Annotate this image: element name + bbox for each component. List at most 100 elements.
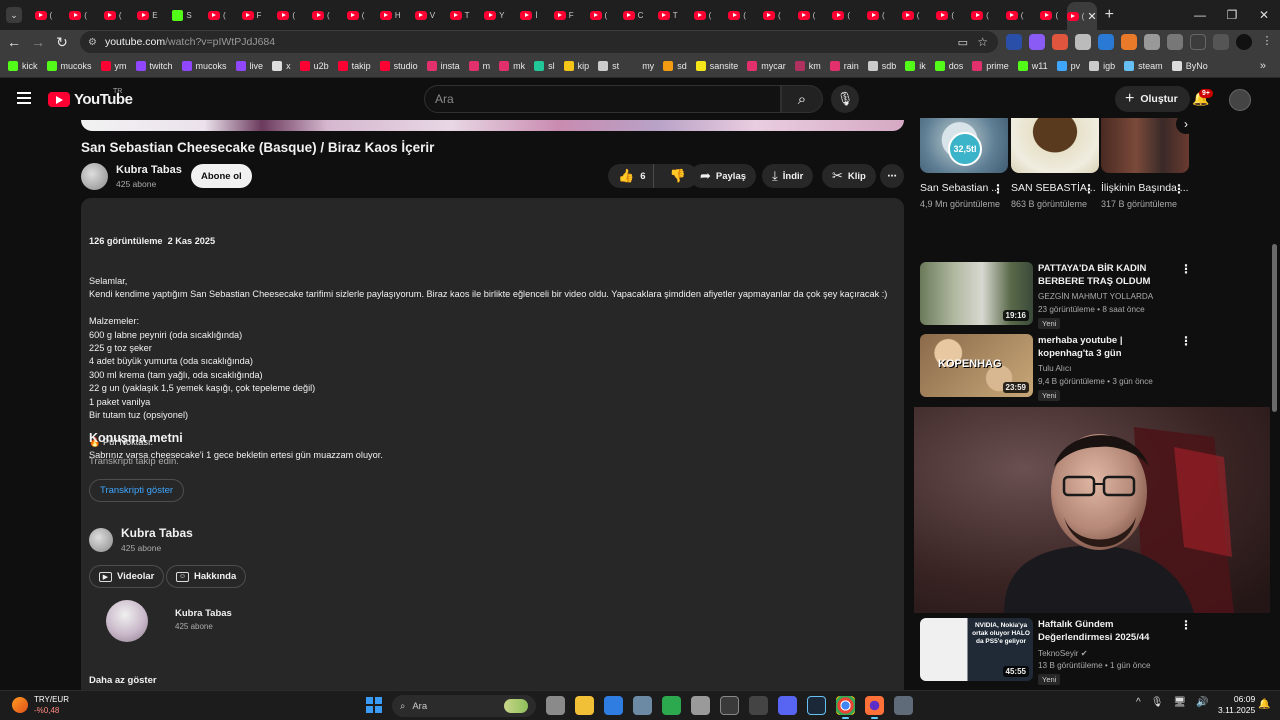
short-menu-icon[interactable]: ⋮ — [1173, 182, 1185, 196]
bookmark-item[interactable]: sansite — [695, 60, 738, 71]
browser-tab[interactable]: İ — [512, 3, 547, 27]
channel-card-name[interactable]: Kubra Tabas — [175, 608, 232, 619]
bookmark-item[interactable]: sdb — [867, 60, 896, 71]
browser-tab[interactable]: ( — [1032, 3, 1067, 27]
discord-icon[interactable] — [778, 696, 797, 715]
extension-icon[interactable] — [1075, 34, 1091, 50]
currency-widget[interactable]: TRY/EUR -%0,48 — [12, 694, 69, 716]
video-player[interactable] — [81, 120, 904, 131]
short-menu-icon[interactable]: ⋮ — [992, 182, 1004, 196]
channel-name-large[interactable]: Kubra Tabas — [121, 526, 193, 540]
browser-tab[interactable]: F — [546, 3, 581, 27]
clip-button[interactable]: ✂ Klip — [822, 164, 876, 188]
like-button[interactable]: 👍 6 — [608, 164, 655, 188]
bookmark-item[interactable]: twitch — [135, 60, 173, 71]
cast-icon[interactable]: ▭ — [958, 36, 968, 49]
tray-overflow-icon[interactable]: ^ — [1136, 697, 1141, 708]
bookmark-star-icon[interactable]: ☆ — [977, 35, 988, 49]
short-card[interactable]: 32,5tl San Sebastian ... 4,9 Mn görüntül… — [920, 118, 1008, 211]
calculator-icon[interactable] — [894, 696, 913, 715]
browser-tab[interactable]: H — [373, 3, 408, 27]
volume-icon[interactable]: 🔊 — [1196, 697, 1208, 708]
taskbar-search[interactable]: ⌕ Ara — [392, 695, 536, 717]
browser-tab[interactable]: V — [408, 3, 443, 27]
bookmark-item[interactable]: kick — [8, 60, 38, 71]
bookmark-item[interactable]: igb — [1089, 60, 1115, 71]
browser-tab[interactable]: ( — [928, 3, 963, 27]
video-menu-icon[interactable]: ⋮ — [1180, 334, 1192, 348]
obs-icon[interactable] — [720, 696, 739, 715]
bookmark-item[interactable]: km — [794, 60, 821, 71]
browser-tab[interactable]: ( — [893, 3, 928, 27]
short-card[interactable]: İlişkinin Başında ... 317 B görüntüleme … — [1101, 118, 1189, 211]
video-menu-icon[interactable]: ⋮ — [1180, 262, 1192, 276]
store-icon[interactable] — [604, 696, 623, 715]
video-channel[interactable]: Tulu Alıcı — [1038, 364, 1071, 373]
shorts-next-arrow-icon[interactable]: › — [1176, 114, 1196, 134]
bookmark-item[interactable]: m — [468, 60, 490, 71]
extension-icon[interactable] — [1121, 34, 1137, 50]
bookmark-item[interactable]: mycar — [747, 60, 786, 71]
bookmark-item[interactable]: sl — [534, 60, 555, 71]
account-avatar[interactable] — [1229, 89, 1251, 111]
bookmarks-overflow-icon[interactable]: » — [1260, 60, 1266, 72]
notification-center-icon[interactable]: 🔔 — [1258, 699, 1270, 710]
bookmark-item[interactable]: takip — [337, 60, 371, 71]
clock[interactable]: 06:09 3.11.2025 — [1218, 694, 1255, 716]
bookmark-item[interactable]: dos — [934, 60, 963, 71]
recommended-video[interactable]: KOPENHAG 23:59 merhaba youtube | kopenha… — [920, 334, 1265, 401]
headset-app-icon[interactable] — [662, 696, 681, 715]
browser-tab[interactable]: S — [165, 3, 200, 27]
show-transcript-button[interactable]: Transkripti göster — [89, 479, 185, 502]
bookmark-item[interactable]: ym — [100, 60, 127, 71]
bookmark-item[interactable]: u2b — [299, 60, 329, 71]
bookmark-item[interactable]: ik — [905, 60, 926, 71]
short-card[interactable]: SAN SEBASTİA... 863 B görüntüleme ⋮ — [1011, 118, 1099, 211]
browser-tab[interactable]: T — [650, 3, 685, 27]
app-icon[interactable] — [749, 696, 768, 715]
firefox-icon[interactable] — [865, 696, 884, 719]
bookmark-item[interactable]: pv — [1056, 60, 1080, 71]
bookmark-item[interactable]: steam — [1124, 60, 1163, 71]
browser-tab[interactable]: ( — [199, 3, 234, 27]
reading-list-icon[interactable] — [1213, 34, 1229, 50]
bookmark-item[interactable]: x — [272, 60, 291, 71]
browser-tab[interactable]: ( — [859, 3, 894, 27]
bookmark-item[interactable]: live — [235, 60, 263, 71]
back-icon[interactable]: ← — [2, 34, 26, 50]
browser-tab[interactable]: ( — [26, 3, 61, 27]
hamburger-menu-icon[interactable] — [17, 92, 31, 104]
video-thumbnail[interactable]: NVIDIA, Nokia'ya ortak oluyor HALO da PS… — [920, 618, 1033, 681]
browser-tab[interactable]: F — [234, 3, 269, 27]
bookmark-item[interactable]: w11 — [1017, 60, 1048, 71]
extension-icon[interactable] — [1029, 34, 1045, 50]
browser-tab[interactable]: ( — [754, 3, 789, 27]
more-actions-button[interactable]: ⋯ — [880, 164, 904, 188]
browser-tab[interactable]: Y — [477, 3, 512, 27]
recommended-video[interactable]: 19:16 PATTAYA'DA BİR KADIN BERBERE TRAŞ … — [920, 262, 1265, 329]
page-scrollbar[interactable] — [1270, 120, 1280, 690]
browser-tab[interactable]: ( — [269, 3, 304, 27]
extension-icon[interactable] — [1098, 34, 1114, 50]
browser-tab[interactable]: ( — [963, 3, 998, 27]
bookmark-item[interactable]: studio — [379, 60, 418, 71]
browser-tab[interactable]: ( — [720, 3, 755, 27]
video-channel[interactable]: TeknoSeyir ✔ — [1038, 648, 1088, 658]
bookmark-item[interactable]: mk — [499, 60, 525, 71]
browser-tab[interactable]: ( — [61, 3, 96, 27]
task-view-icon[interactable] — [546, 696, 565, 715]
browser-tab[interactable]: ( — [997, 3, 1032, 27]
tab-search-button[interactable]: ⌄ — [6, 7, 22, 23]
bookmark-item[interactable]: ByNo — [1171, 60, 1208, 71]
close-window-icon[interactable]: ✕ — [1248, 0, 1280, 30]
search-button[interactable]: ⌕ — [781, 85, 823, 113]
browser-tab[interactable]: ( — [685, 3, 720, 27]
browser-tab[interactable]: T — [442, 3, 477, 27]
short-thumbnail[interactable]: 32,5tl — [920, 118, 1008, 173]
extensions-puzzle-icon[interactable] — [1167, 34, 1183, 50]
app-icon[interactable] — [691, 696, 710, 715]
browser-tab[interactable]: ( — [338, 3, 373, 27]
network-icon[interactable]: 🖥 — [1173, 697, 1186, 708]
video-thumbnail[interactable]: KOPENHAG 23:59 — [920, 334, 1033, 397]
url-bar[interactable]: ⚙ youtube.com/watch?v=pIWtPJdJ684 ▭ ☆ — [80, 31, 998, 53]
